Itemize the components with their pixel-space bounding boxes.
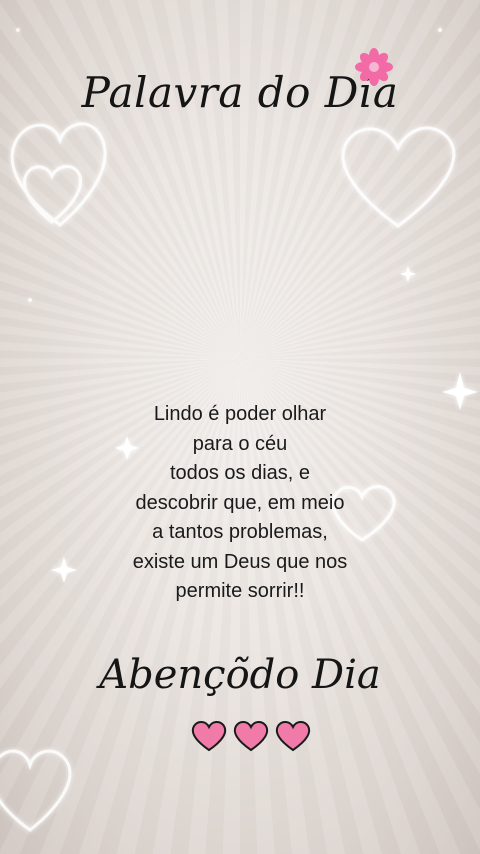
message-line: a tantos problemas, <box>152 521 328 543</box>
heart-icon <box>233 721 269 752</box>
message-line: todos os dias, e <box>169 462 311 484</box>
message-line: descobrir que, em meio <box>135 491 345 514</box>
message-line: Lindo é poder olhar <box>153 403 327 425</box>
heart-icon <box>191 721 227 752</box>
message-text: Lindo é poder olhar para o céu todos os … <box>90 400 390 607</box>
message-line: para o céu <box>192 432 288 455</box>
hearts-row <box>191 721 311 752</box>
message-line: existe um Deus que nos <box>132 550 348 573</box>
blessing-text: Abençõdo Dia <box>99 652 381 698</box>
flower-icon <box>355 48 393 86</box>
page-title: Palavra do Dia <box>81 68 399 117</box>
heart-icon <box>275 721 311 752</box>
message-line: permite sorrir!! <box>175 580 305 602</box>
